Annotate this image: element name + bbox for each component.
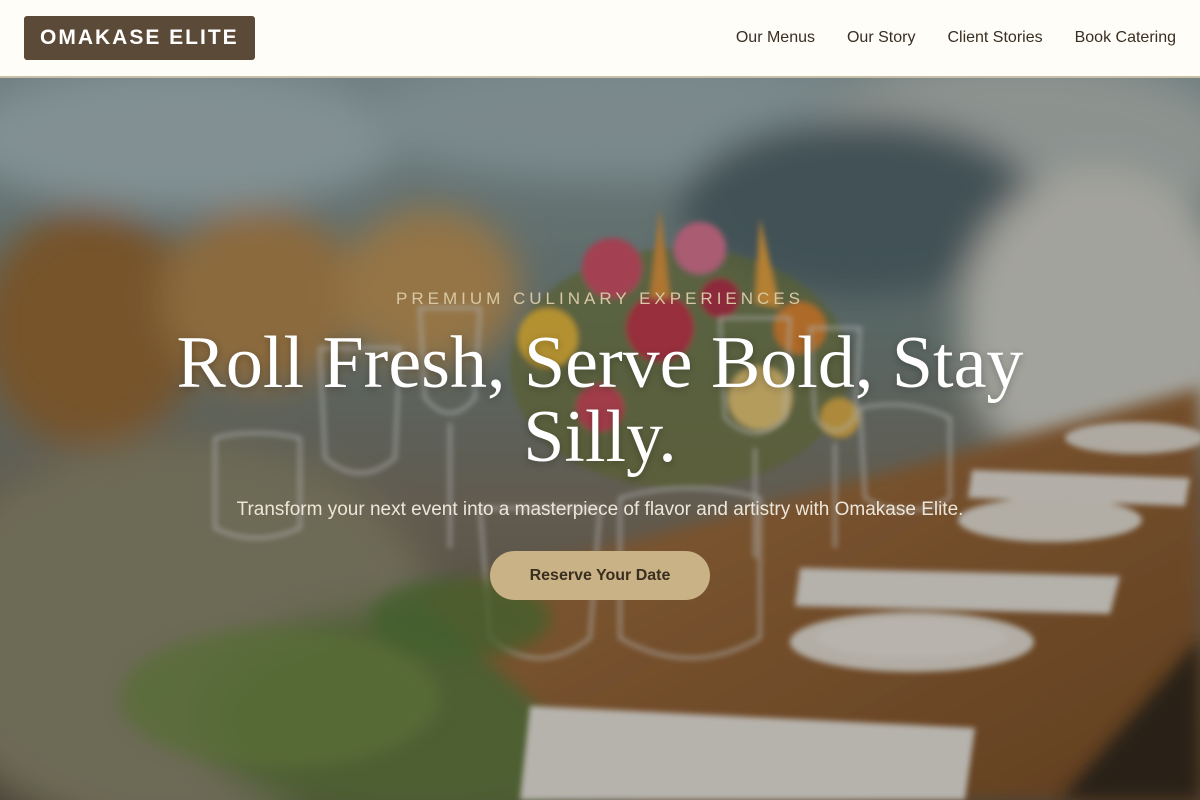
site-header: OMAKASE ELITE Our Menus Our Story Client… [0, 0, 1200, 78]
hero-section: PREMIUM CULINARY EXPERIENCES Roll Fresh,… [0, 78, 1200, 800]
nav-link-our-story[interactable]: Our Story [847, 29, 915, 47]
hero-content: PREMIUM CULINARY EXPERIENCES Roll Fresh,… [0, 78, 1200, 800]
main-nav: Our Menus Our Story Client Stories Book … [736, 29, 1176, 47]
hero-subtext: Transform your next event into a masterp… [236, 499, 964, 520]
reserve-your-date-button[interactable]: Reserve Your Date [490, 551, 710, 600]
hero-eyebrow: PREMIUM CULINARY EXPERIENCES [396, 289, 804, 308]
brand-logo[interactable]: OMAKASE ELITE [24, 16, 255, 60]
nav-link-our-menus[interactable]: Our Menus [736, 29, 815, 47]
nav-link-book-catering[interactable]: Book Catering [1075, 29, 1176, 47]
hero-headline: Roll Fresh, Serve Bold, Stay Silly. [176, 322, 1024, 478]
nav-link-client-stories[interactable]: Client Stories [947, 29, 1042, 47]
